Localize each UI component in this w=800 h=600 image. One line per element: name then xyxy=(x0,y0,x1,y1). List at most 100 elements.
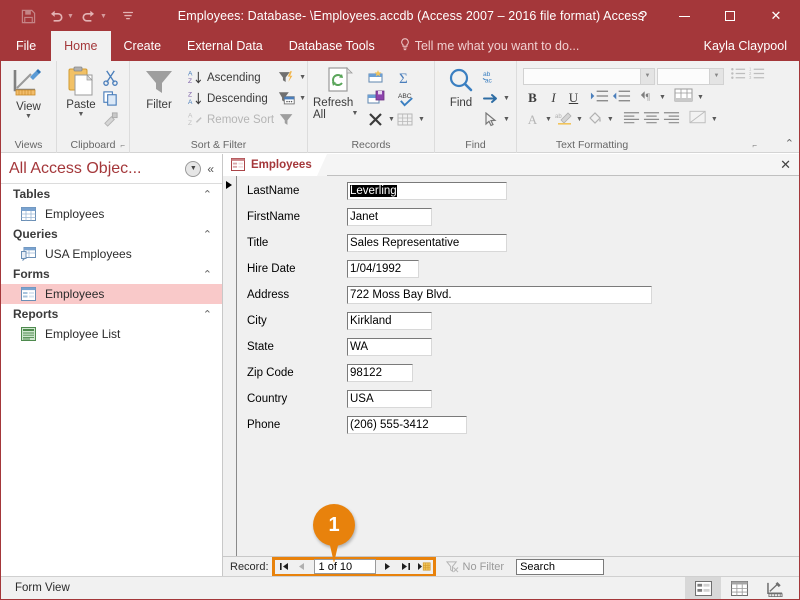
delete-dropdown-icon[interactable]: ▼ xyxy=(388,116,395,124)
increase-indent-button[interactable] xyxy=(590,89,609,108)
remove-sort-button[interactable]: AZ Remove Sort xyxy=(187,109,274,130)
datasheet-format-button[interactable] xyxy=(674,88,694,108)
navigation-pane-dropdown-icon[interactable]: ▼ xyxy=(185,160,202,177)
field-input-state[interactable]: WA xyxy=(347,338,432,356)
font-size-dropdown-icon[interactable]: ▼ xyxy=(710,67,724,85)
cut-button[interactable] xyxy=(102,67,119,88)
chevron-up-icon[interactable]: ⌃ xyxy=(203,308,212,321)
filter-button[interactable]: Filter xyxy=(135,64,183,111)
paste-button[interactable]: Paste ▼ xyxy=(60,64,102,119)
shutter-bar-collapse-icon[interactable]: « xyxy=(207,162,214,176)
form-view-button[interactable] xyxy=(685,577,721,599)
align-left-button[interactable] xyxy=(623,111,640,129)
field-input-zip-code[interactable]: 98122 xyxy=(347,364,413,382)
select-dropdown-icon[interactable]: ▼ xyxy=(503,116,510,124)
nav-item-query-usa-employees[interactable]: USA Employees xyxy=(1,244,222,264)
tell-me-search[interactable]: Tell me what you want to do... xyxy=(388,31,592,61)
minimize-button[interactable] xyxy=(661,1,707,31)
datasheet-format-dropdown-icon[interactable]: ▼ xyxy=(697,94,704,102)
help-button[interactable]: ? xyxy=(625,1,661,31)
toggle-filter-button[interactable] xyxy=(278,109,296,130)
go-to-button[interactable]: ▼ xyxy=(482,88,510,109)
undo-icon[interactable] xyxy=(43,4,69,28)
text-highlight-dropdown-icon[interactable]: ▼ xyxy=(576,116,583,124)
field-input-phone[interactable]: (206) 555-3412 xyxy=(347,416,467,434)
refresh-all-button[interactable]: Refresh All ▼ xyxy=(313,64,367,121)
underline-button[interactable]: U xyxy=(565,90,582,106)
alternate-row-color-dropdown-icon[interactable]: ▼ xyxy=(711,116,718,124)
advanced-dropdown-icon[interactable]: ▼ xyxy=(299,74,306,82)
nav-item-form-employees[interactable]: Employees xyxy=(1,284,222,304)
last-record-button[interactable] xyxy=(397,560,415,574)
nav-group-header-queries[interactable]: Queries ⌃ xyxy=(1,224,222,244)
field-input-title[interactable]: Sales Representative xyxy=(347,234,507,252)
italic-button[interactable]: I xyxy=(545,90,562,106)
totals-button[interactable]: Σ xyxy=(397,67,415,88)
save-record-button[interactable] xyxy=(367,88,385,109)
field-input-firstname[interactable]: Janet xyxy=(347,208,432,226)
field-input-country[interactable]: USA xyxy=(347,390,432,408)
tab-file[interactable]: File xyxy=(1,31,51,61)
collapse-ribbon-button[interactable]: ⌃ xyxy=(785,137,794,150)
view-dropdown-icon[interactable]: ▼ xyxy=(25,113,32,121)
close-document-button[interactable]: ✕ xyxy=(780,157,791,173)
background-color-dropdown-icon[interactable]: ▼ xyxy=(607,116,614,124)
field-input-address[interactable]: 722 Moss Bay Blvd. xyxy=(347,286,652,304)
go-to-dropdown-icon[interactable]: ▼ xyxy=(503,95,510,103)
tab-create[interactable]: Create xyxy=(111,31,175,61)
refresh-all-dropdown-icon[interactable]: ▼ xyxy=(352,110,359,118)
nav-item-report-employee-list[interactable]: Employee List xyxy=(1,324,222,344)
numbered-list-button[interactable]: 123 xyxy=(749,66,766,86)
document-tab-employees[interactable]: Employees xyxy=(223,153,327,176)
nav-group-header-tables[interactable]: Tables ⌃ xyxy=(1,184,222,204)
close-button[interactable]: ✕ xyxy=(753,1,799,31)
bold-button[interactable]: B xyxy=(523,90,542,106)
chevron-up-icon[interactable]: ⌃ xyxy=(203,228,212,241)
text-direction-button[interactable]: ¶ xyxy=(639,89,656,108)
record-position-input[interactable]: 1 of 10 xyxy=(313,559,376,574)
view-button[interactable]: View ▼ xyxy=(1,64,56,121)
nav-item-table-employees[interactable]: Employees xyxy=(1,204,222,224)
decrease-indent-button[interactable] xyxy=(612,89,631,108)
descending-button[interactable]: ZA Descending xyxy=(187,88,268,109)
search-input[interactable]: Search xyxy=(516,558,605,575)
filter-status[interactable]: No Filter xyxy=(445,561,504,573)
text-highlight-button[interactable]: ab xyxy=(555,110,573,130)
replace-button[interactable]: ab ac xyxy=(482,67,501,88)
format-painter-button[interactable] xyxy=(102,109,119,130)
find-button[interactable]: Find xyxy=(440,64,482,109)
copy-button[interactable] xyxy=(102,88,119,109)
next-record-button[interactable] xyxy=(379,560,397,574)
selection-dropdown-icon[interactable]: ▼ xyxy=(299,95,306,103)
spelling-button[interactable]: ABC xyxy=(397,88,416,109)
nav-group-header-reports[interactable]: Reports ⌃ xyxy=(1,304,222,324)
font-color-dropdown-icon[interactable]: ▼ xyxy=(545,116,552,124)
redo-icon[interactable] xyxy=(76,4,102,28)
text-formatting-dialog-launcher[interactable]: ⌐ xyxy=(752,141,757,150)
nav-group-header-forms[interactable]: Forms ⌃ xyxy=(1,264,222,284)
tab-external-data[interactable]: External Data xyxy=(174,31,276,61)
new-record-button[interactable] xyxy=(367,67,385,88)
font-size-combo[interactable]: ▼ xyxy=(657,67,724,85)
tab-home[interactable]: Home xyxy=(51,31,111,61)
chevron-up-icon[interactable]: ⌃ xyxy=(203,188,212,201)
datasheet-view-button[interactable] xyxy=(721,577,757,599)
align-right-button[interactable] xyxy=(663,111,680,129)
more-dropdown-icon[interactable]: ▼ xyxy=(418,116,425,124)
background-color-button[interactable] xyxy=(586,110,604,130)
clipboard-dialog-launcher[interactable]: ⌐ xyxy=(120,141,125,150)
save-icon[interactable] xyxy=(15,4,41,28)
previous-record-button[interactable] xyxy=(293,560,311,574)
new-record-button[interactable] xyxy=(415,560,433,574)
maximize-restore-button[interactable] xyxy=(707,1,753,31)
selection-filter-button[interactable]: ▼ xyxy=(278,88,306,109)
field-input-city[interactable]: Kirkland xyxy=(347,312,432,330)
bullet-list-button[interactable] xyxy=(730,66,747,86)
chevron-up-icon[interactable]: ⌃ xyxy=(203,268,212,281)
delete-record-button[interactable]: ▼ xyxy=(367,109,395,130)
design-view-button[interactable] xyxy=(757,577,793,599)
first-record-button[interactable] xyxy=(275,560,293,574)
tab-database-tools[interactable]: Database Tools xyxy=(276,31,388,61)
field-input-lastname[interactable]: Leverling xyxy=(347,182,507,200)
more-records-button[interactable]: ▼ xyxy=(397,109,425,130)
